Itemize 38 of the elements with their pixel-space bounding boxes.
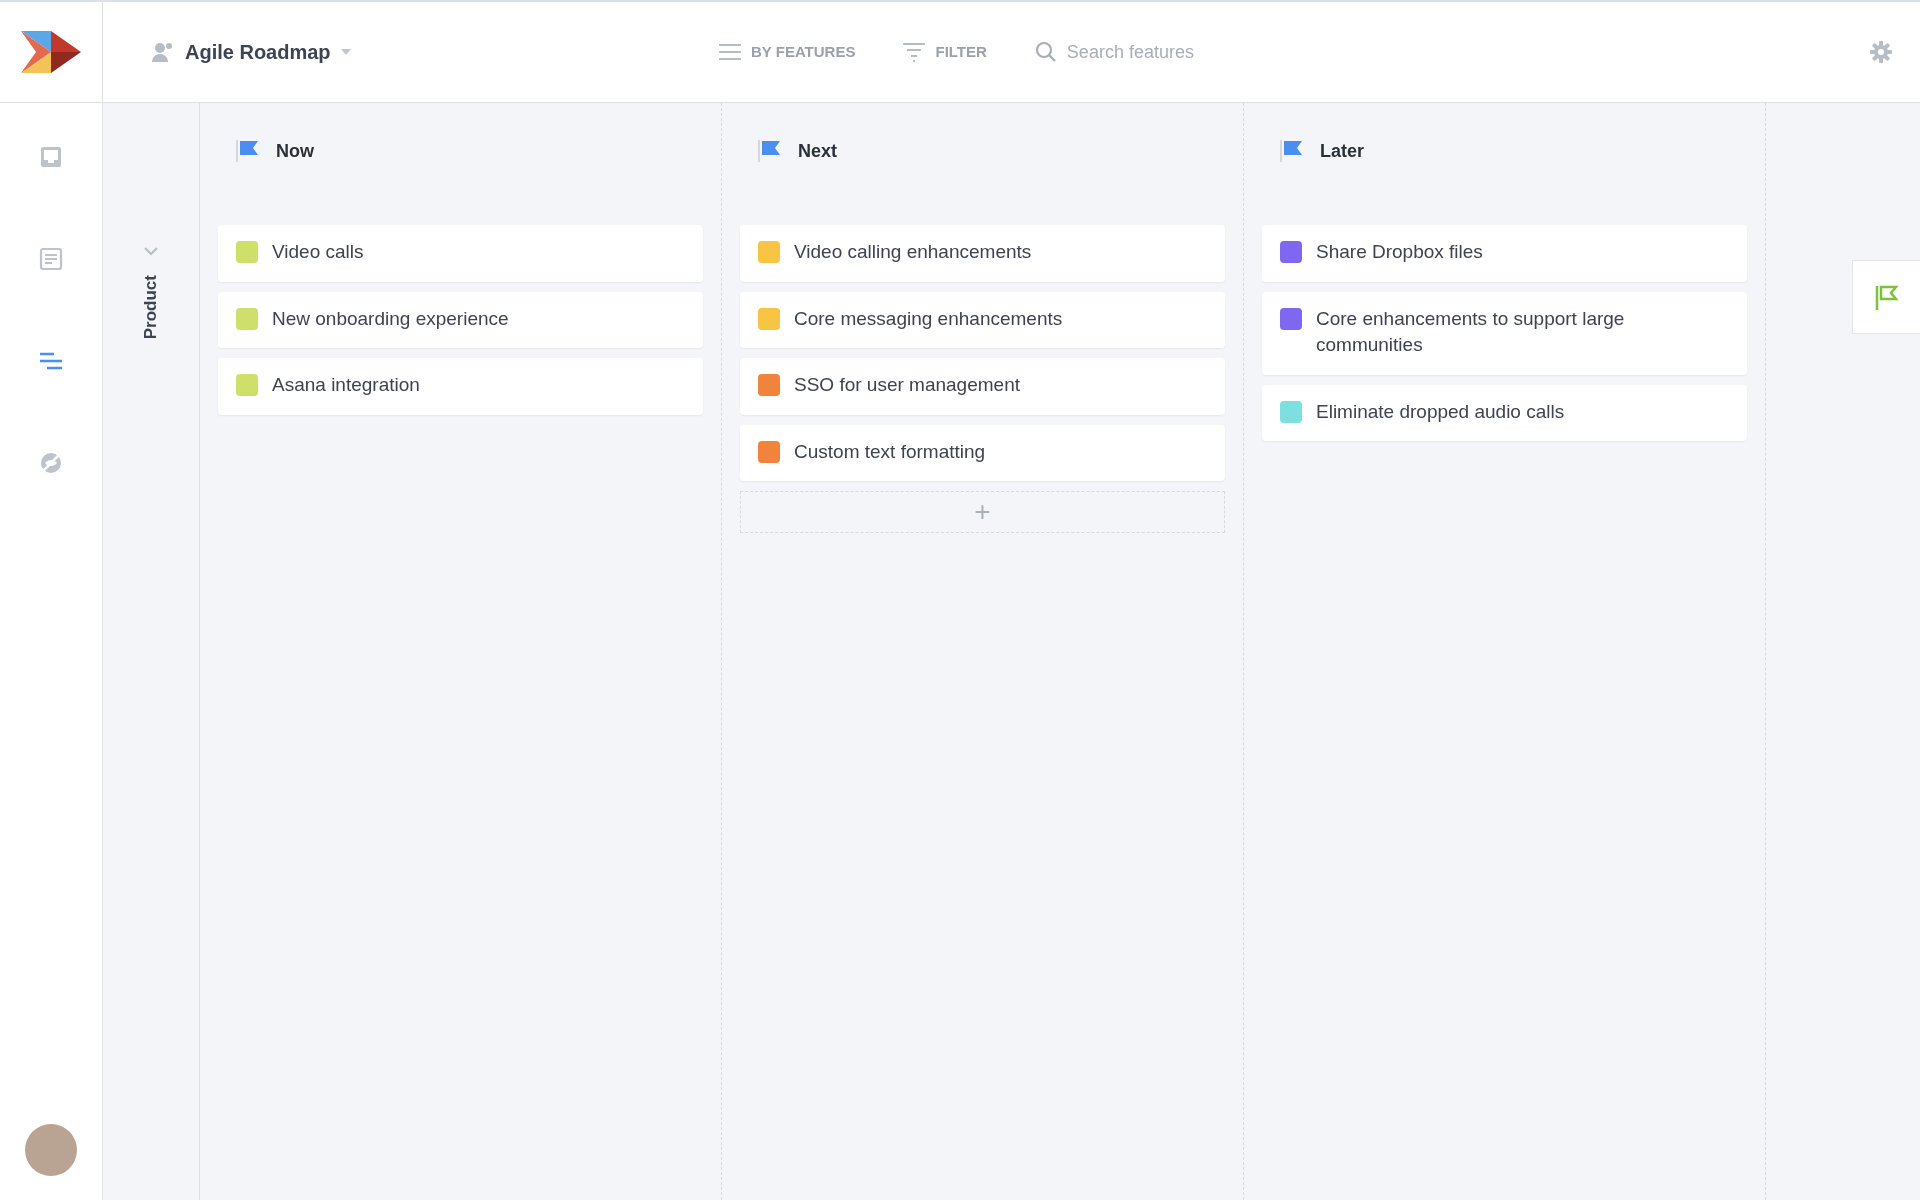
feature-title: Custom text formatting [794, 439, 987, 464]
feature-card[interactable]: Video calling enhancements [740, 225, 1225, 282]
feature-title: Share Dropbox files [1316, 240, 1484, 264]
user-avatar[interactable] [25, 1124, 77, 1176]
feature-title: Video calling enhancements [794, 240, 1033, 264]
feature-title: New onboarding experience [272, 306, 510, 331]
feature-card[interactable]: SSO for user management [740, 358, 1225, 415]
feature-card[interactable]: Video calls [218, 225, 703, 282]
caret-icon [340, 49, 351, 55]
flag-icon [1280, 139, 1304, 163]
feature-title: Video calls [272, 240, 365, 264]
column-title: Next [798, 139, 837, 163]
feature-card[interactable]: Eliminate dropped audio calls [1262, 384, 1747, 442]
feature-card[interactable]: New onboarding experience [218, 291, 703, 349]
feature-card[interactable]: Core messaging enhancements [740, 291, 1225, 349]
feature-card[interactable]: Share Dropbox files [1262, 225, 1747, 282]
feature-title: SSO for user management [794, 373, 1021, 398]
filter-icon [903, 42, 926, 62]
people-icon [151, 41, 175, 63]
feature-title: Core enhancements to support large communities [1316, 306, 1626, 358]
milestone-tab[interactable] [1852, 260, 1920, 334]
column-title: Later [1320, 139, 1364, 163]
flag-icon [758, 139, 782, 163]
lane-label: Product [140, 275, 162, 340]
search-icon [1034, 41, 1057, 63]
roadmap-selector[interactable]: Agile Roadmap [151, 37, 391, 67]
search-field[interactable]: Search features [1064, 37, 1285, 67]
column-title: Now [276, 139, 314, 163]
feature-card[interactable]: Asana integration [218, 358, 703, 415]
feature-title: Asana integration [272, 373, 421, 398]
feature-title: Eliminate dropped audio calls [1316, 399, 1566, 424]
feature-title: Core messaging enhancements [794, 306, 1064, 331]
flag-icon [236, 139, 260, 163]
list-icon [719, 43, 741, 61]
feature-card[interactable]: Core enhancements to support large communities [1262, 291, 1747, 375]
logo-icon [21, 31, 81, 73]
flag-icon [1874, 284, 1899, 310]
feature-card[interactable]: Custom text formatting [740, 424, 1225, 482]
